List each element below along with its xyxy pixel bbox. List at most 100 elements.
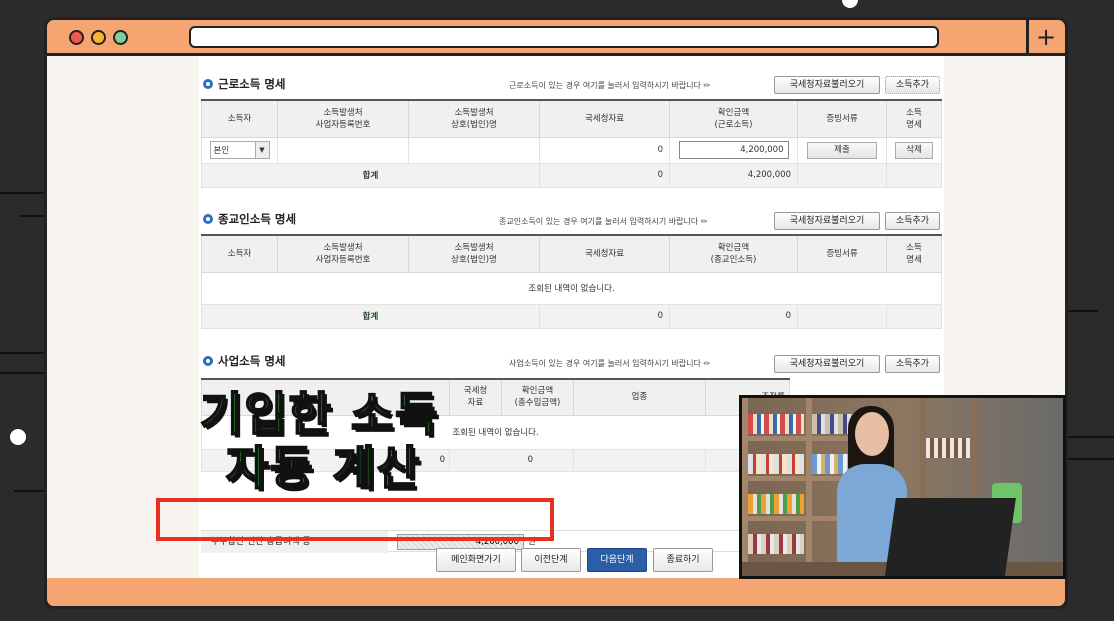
col-header: 소득 명세 xyxy=(886,99,942,138)
background-line xyxy=(1068,436,1114,438)
col-header: 국세청 자료 xyxy=(449,378,502,416)
col-header: 확인금액 (종교인소득) xyxy=(669,234,798,273)
submit-document-button[interactable]: 제출 xyxy=(807,141,877,159)
webcam-inset xyxy=(739,395,1066,579)
hint-text[interactable]: 사업소득이 있는 경우 여기를 눌러서 입력하시기 바랍니다 ✏ xyxy=(509,358,710,369)
section-title-earned-income: 근로소득 명세 xyxy=(203,76,285,92)
section-title-text: 근로소득 명세 xyxy=(218,77,286,91)
sum-label: 합계 xyxy=(201,303,540,329)
books xyxy=(748,414,804,434)
highlight-box xyxy=(156,498,554,541)
add-income-button[interactable]: 소득추가 xyxy=(885,355,940,373)
sum-empty xyxy=(573,448,706,472)
sum-empty xyxy=(886,162,942,188)
section-title-text: 종교인소득 명세 xyxy=(218,212,297,226)
col-header: 소득발생처 사업자등록번호 xyxy=(277,99,409,138)
delete-row-button[interactable]: 삭제 xyxy=(895,141,933,159)
sum-label: 합계 xyxy=(201,162,540,188)
col-header: 증빙서류 xyxy=(797,234,887,273)
exit-button[interactable]: 종료하기 xyxy=(653,548,713,572)
col-header: 국세청자료 xyxy=(539,99,670,138)
section-title-religious-income: 종교인소득 명세 xyxy=(203,211,296,227)
col-header: 국세청자료 xyxy=(539,234,670,273)
sum-confirmed: 4,200,000 xyxy=(669,162,798,188)
col-header: 업종 xyxy=(573,378,706,416)
background-line xyxy=(0,372,44,374)
earner-cell: 본인 ▼ xyxy=(201,136,278,164)
hint-text[interactable]: 종교인소득이 있는 경우 여기를 눌러서 입력하시기 바랍니다 ✏ xyxy=(499,216,708,227)
section-title-text: 사업소득 명세 xyxy=(218,354,286,368)
col-header: 소득자 xyxy=(201,234,278,273)
address-bar[interactable] xyxy=(189,26,939,48)
sum-confirmed: 0 xyxy=(669,303,798,329)
col-header: 소득 명세 xyxy=(886,234,942,273)
sum-empty xyxy=(886,303,942,329)
books xyxy=(748,494,804,514)
nts-amount-cell: 0 xyxy=(539,136,670,164)
books xyxy=(748,454,804,474)
table-header-row: 소득자 소득발생처 사업자등록번호 소득발생처 상호(법인)명 국세청자료 확인… xyxy=(201,234,942,273)
hint-text[interactable]: 근로소득이 있는 경우 여기를 눌러서 입력하시기 바랍니다 ✏ xyxy=(509,80,710,91)
previous-step-button[interactable]: 이전단계 xyxy=(521,548,581,572)
business-number-cell[interactable] xyxy=(277,136,409,164)
sum-confirmed: 0 xyxy=(449,448,574,472)
caption-line-2: 자동 계산 xyxy=(225,440,422,496)
col-header: 확인금액 (근로소득) xyxy=(669,99,798,138)
background-line xyxy=(0,352,44,354)
next-step-button[interactable]: 다음단계 xyxy=(587,548,647,572)
new-tab-button[interactable]: + xyxy=(1033,22,1059,52)
document-cell: 제출 xyxy=(797,136,887,164)
fetch-nts-data-button[interactable]: 국세청자료불러오기 xyxy=(774,355,880,373)
earner-select-value: 본인 xyxy=(213,146,230,156)
col-header: 소득자 xyxy=(201,99,278,138)
main-page-button[interactable]: 메인화면가기 xyxy=(436,548,516,572)
table-row: 본인 ▼ 0 4,200,000 제출 삭제 xyxy=(201,136,942,164)
delete-cell: 삭제 xyxy=(886,136,942,164)
sum-row: 합계 0 0 xyxy=(201,303,942,329)
close-window-button[interactable] xyxy=(69,30,84,45)
minimize-window-button[interactable] xyxy=(91,30,106,45)
add-income-button[interactable]: 소득추가 xyxy=(885,212,940,230)
sum-row: 합계 0 4,200,000 xyxy=(201,162,942,188)
empty-message: 조회된 내역이 없습니다. xyxy=(201,271,942,305)
sum-nts: 0 xyxy=(539,303,670,329)
col-header: 소득발생처 상호(법인)명 xyxy=(408,234,540,273)
col-header: 소득발생처 사업자등록번호 xyxy=(277,234,409,273)
confirmed-amount-cell: 4,200,000 xyxy=(669,136,798,164)
earner-select[interactable]: 본인 ▼ xyxy=(209,141,270,159)
background-dot xyxy=(10,429,26,445)
table-header-row: 소득자 소득발생처 사업자등록번호 소득발생처 상호(법인)명 국세청자료 확인… xyxy=(201,99,942,138)
background-line xyxy=(1068,310,1098,312)
add-income-button[interactable]: 소득추가 xyxy=(885,76,940,94)
col-header: 확인금액 (총수입금액) xyxy=(501,378,574,416)
shelf xyxy=(742,436,862,441)
sum-nts: 0 xyxy=(539,162,670,188)
col-header: 소득발생처 상호(법인)명 xyxy=(408,99,540,138)
confirmed-amount-input[interactable]: 4,200,000 xyxy=(678,141,789,159)
sum-empty xyxy=(797,303,887,329)
background-line xyxy=(20,215,44,217)
books xyxy=(926,438,970,458)
background-dot xyxy=(842,0,858,8)
books xyxy=(748,534,804,554)
earned-income-table: 소득자 소득발생처 사업자등록번호 소득발생처 상호(법인)명 국세청자료 확인… xyxy=(201,99,942,188)
fetch-nts-data-button[interactable]: 국세청자료불러오기 xyxy=(774,76,880,94)
chevron-down-icon: ▼ xyxy=(254,142,269,158)
maximize-window-button[interactable] xyxy=(113,30,128,45)
table-row: 조회된 내역이 없습니다. xyxy=(201,271,942,305)
fetch-nts-data-button[interactable]: 국세청자료불러오기 xyxy=(774,212,880,230)
section-title-business-income: 사업소득 명세 xyxy=(203,353,285,369)
sum-empty xyxy=(797,162,887,188)
background-line xyxy=(1068,458,1114,460)
background-line xyxy=(14,490,44,492)
section-bullet-icon xyxy=(203,79,213,89)
person xyxy=(855,412,889,456)
title-bar: + xyxy=(47,20,1065,56)
business-name-cell[interactable] xyxy=(408,136,540,164)
laptop xyxy=(884,498,1016,576)
section-bullet-icon xyxy=(203,214,213,224)
section-bullet-icon xyxy=(203,356,213,366)
tab-divider xyxy=(1026,20,1029,56)
religious-income-table: 소득자 소득발생처 사업자등록번호 소득발생처 상호(법인)명 국세청자료 확인… xyxy=(201,234,942,329)
col-header: 증빙서류 xyxy=(797,99,887,138)
